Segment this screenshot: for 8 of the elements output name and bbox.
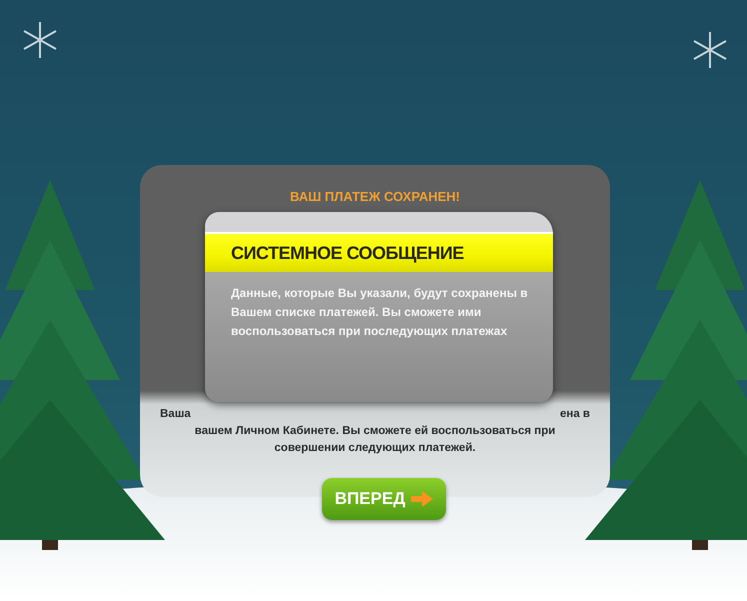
- arrow-right-icon: [411, 491, 434, 507]
- panel-title: ВАШ ПЛАТЕЖ СОХРАНЕН!: [290, 189, 460, 204]
- dialog-title: СИСТЕМНОЕ СООБЩЕНИЕ: [231, 242, 464, 264]
- dialog-message: Данные, которые Вы указали, будут сохранены в Вашем списке платежей. Вы сможете ими воспользоваться при последующих платежах: [231, 285, 529, 340]
- message-fragment: Ваша: [160, 407, 191, 422]
- next-button[interactable]: ВПЕРЕД: [322, 478, 446, 520]
- message-fragment: ена в: [560, 407, 590, 422]
- panel-message: вашем Личном Кабинете. Вы сможете ей воспользоваться при совершении следующих платежей.: [194, 424, 556, 456]
